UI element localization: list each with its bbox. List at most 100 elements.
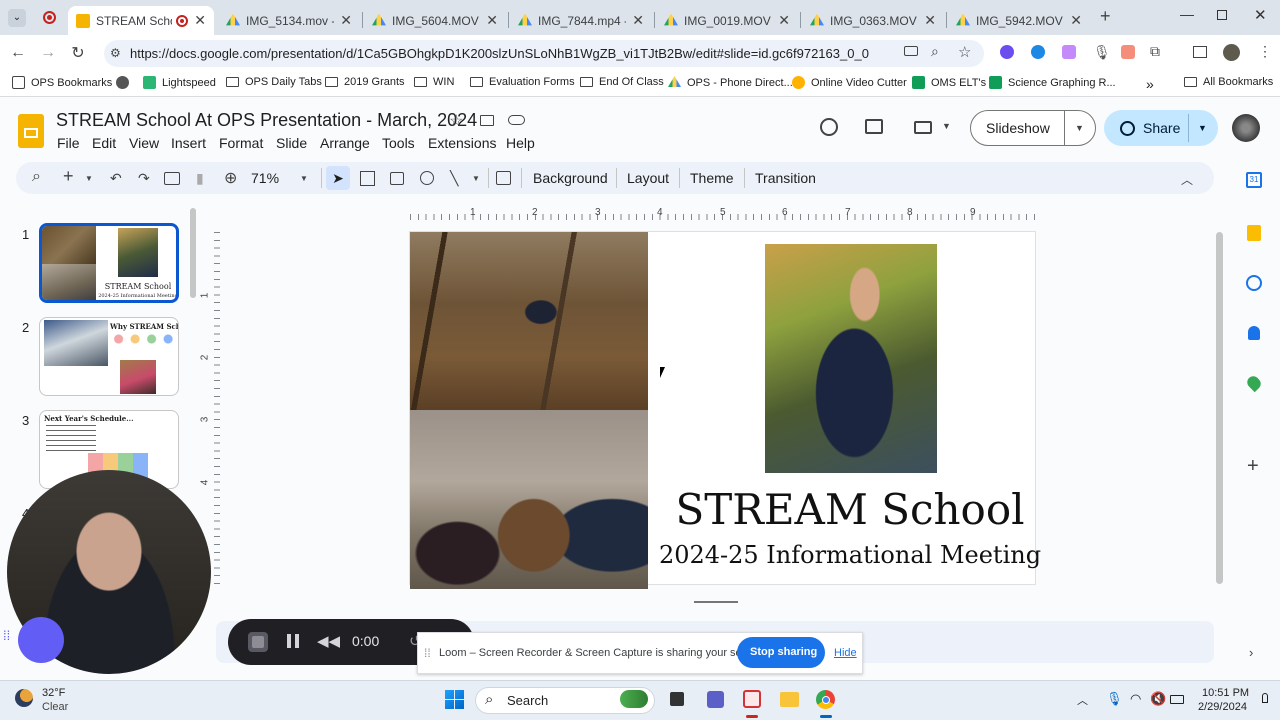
search-menus-icon[interactable]: ⌕ xyxy=(32,168,41,186)
forest-photo[interactable] xyxy=(410,232,648,410)
share-label[interactable]: Share xyxy=(1143,120,1180,136)
share-dropdown-icon[interactable]: ▼ xyxy=(1198,123,1207,133)
notification-icon[interactable] xyxy=(1262,693,1268,703)
file-explorer-icon[interactable] xyxy=(780,692,799,707)
weather-temp[interactable]: 32°F xyxy=(42,687,65,699)
bookmark-globe[interactable] xyxy=(116,76,135,89)
comments-icon[interactable] xyxy=(865,119,883,134)
zoom-icon[interactable]: ⊕ xyxy=(224,168,237,188)
close-window-button[interactable]: ✕ xyxy=(1254,6,1267,24)
fishing-photo[interactable] xyxy=(765,244,937,473)
hide-link[interactable]: Hide xyxy=(834,647,857,659)
extension-icon[interactable] xyxy=(1000,45,1014,59)
tab-search-button[interactable]: ⌄ xyxy=(8,9,26,27)
theme-button[interactable]: Theme xyxy=(690,170,734,186)
menu-slide[interactable]: Slide xyxy=(276,135,307,151)
slide-title[interactable]: STREAM School xyxy=(650,485,1050,534)
tab-img5942[interactable]: IMG_5942.MOV - Go ✕ xyxy=(948,6,1090,35)
tab-img7844[interactable]: IMG_7844.mp4 - Go ✕ xyxy=(510,6,652,35)
tray-overflow-icon[interactable]: ︿ xyxy=(1077,692,1088,708)
line-icon[interactable]: ╲ xyxy=(450,170,458,187)
bookmark-phone-directory[interactable]: OPS - Phone Direct... xyxy=(668,76,793,89)
pause-icon[interactable] xyxy=(287,634,299,648)
calendar-icon[interactable]: 31 xyxy=(1246,172,1262,188)
bookmark-win[interactable]: WIN xyxy=(414,76,454,88)
menu-insert[interactable]: Insert xyxy=(171,135,206,151)
menu-help[interactable]: Help xyxy=(506,135,535,151)
transition-button[interactable]: Transition xyxy=(755,170,816,186)
bookmark-science-graphing[interactable]: Science Graphing R... xyxy=(989,76,1116,89)
url-text[interactable]: https://docs.google.com/presentation/d/1… xyxy=(130,46,869,61)
clock-time[interactable]: 10:51 PM xyxy=(1202,687,1249,699)
bookmark-ops-daily-tabs[interactable]: OPS Daily Tabs xyxy=(226,76,322,88)
menu-file[interactable]: File xyxy=(57,135,80,151)
slideshow-dropdown-icon[interactable]: ▼ xyxy=(1075,123,1084,133)
move-folder-icon[interactable] xyxy=(480,115,494,126)
weather-condition[interactable]: Clear xyxy=(42,701,68,713)
comment-add-icon[interactable] xyxy=(496,171,511,185)
redo-icon[interactable]: ↷ xyxy=(138,170,150,187)
extension-icon[interactable] xyxy=(1062,45,1076,59)
forward-button[interactable]: → xyxy=(36,41,60,65)
bookmark-online-video-cutter[interactable]: Online Video Cutter xyxy=(792,76,907,89)
zoom-dropdown-icon[interactable]: ▼ xyxy=(300,174,308,183)
restore-button[interactable] xyxy=(1217,10,1227,20)
clock-date[interactable]: 2/29/2024 xyxy=(1198,701,1247,713)
stop-sharing-label[interactable]: Stop sharing xyxy=(750,646,817,658)
weather-icon[interactable] xyxy=(15,689,33,707)
print-icon[interactable] xyxy=(164,172,180,185)
taskbar-search-label[interactable]: Search xyxy=(507,693,548,708)
collapse-toolbar-icon[interactable]: ︿ xyxy=(1181,171,1193,188)
new-slide-dropdown-icon[interactable]: ▼ xyxy=(85,174,93,183)
profile-avatar[interactable] xyxy=(1223,44,1240,61)
bookmark-lightspeed[interactable]: Lightspeed xyxy=(143,76,216,89)
get-addons-icon[interactable]: + xyxy=(1247,455,1259,478)
menu-format[interactable]: Format xyxy=(219,135,263,151)
star-icon[interactable]: ☆ xyxy=(449,111,463,131)
tasks-icon[interactable] xyxy=(1246,275,1262,291)
speaker-muted-icon[interactable]: 🔇 xyxy=(1150,691,1166,707)
layout-button[interactable]: Layout xyxy=(627,170,669,186)
image-icon[interactable] xyxy=(390,172,404,185)
menu-arrange[interactable]: Arrange xyxy=(320,135,370,151)
document-title[interactable]: STREAM School At OPS Presentation - Marc… xyxy=(56,110,477,131)
close-icon[interactable]: ✕ xyxy=(486,12,498,29)
extension-icon[interactable] xyxy=(1031,45,1045,59)
panel-collapse-icon[interactable]: › xyxy=(1249,645,1253,660)
slides-logo-icon[interactable] xyxy=(18,114,44,148)
paint-format-icon[interactable]: ▮ xyxy=(196,170,204,187)
menu-edit[interactable]: Edit xyxy=(92,135,116,151)
keep-icon[interactable] xyxy=(1247,225,1261,241)
filmstrip-scrollbar[interactable] xyxy=(190,208,196,298)
slide-thumbnail-1[interactable]: STREAM School 2024-25 Informational Meet… xyxy=(39,223,179,303)
slide-thumbnail-2[interactable]: Why STREAM School? xyxy=(39,317,179,396)
select-tool-icon[interactable]: ➤ xyxy=(326,166,350,190)
wifi-icon[interactable]: ◠ xyxy=(1130,691,1141,707)
meet-icon[interactable] xyxy=(914,121,932,134)
close-icon[interactable]: ✕ xyxy=(924,12,936,29)
snipping-tool-icon[interactable] xyxy=(743,690,761,708)
bookmark-star-icon[interactable]: ☆ xyxy=(958,43,971,61)
frame-icon[interactable] xyxy=(360,171,375,186)
all-bookmarks[interactable]: All Bookmarks xyxy=(1184,76,1273,88)
slideshow-label[interactable]: Slideshow xyxy=(986,120,1050,136)
microphone-icon[interactable]: 🎙 xyxy=(1093,44,1111,61)
extensions-puzzle-icon[interactable]: ⧉ xyxy=(1150,43,1160,60)
tab-img0019[interactable]: IMG_0019.MOV - Go ✕ xyxy=(656,6,798,35)
canvas-scrollbar[interactable] xyxy=(1216,232,1223,584)
meet-dropdown-icon[interactable]: ▼ xyxy=(942,121,951,131)
close-icon[interactable]: ✕ xyxy=(632,12,644,29)
reload-button[interactable]: ↻ xyxy=(66,41,90,65)
line-dropdown-icon[interactable]: ▼ xyxy=(472,174,480,183)
extension-icon[interactable] xyxy=(1121,45,1135,59)
background-button[interactable]: Background xyxy=(533,170,608,186)
account-avatar[interactable] xyxy=(1232,114,1260,142)
tab-img5604[interactable]: IMG_5604.MOV - Go ✕ xyxy=(364,6,506,35)
close-icon[interactable]: ✕ xyxy=(340,12,352,29)
teams-icon[interactable] xyxy=(707,691,724,708)
browser-menu-icon[interactable]: ⋮ xyxy=(1258,43,1272,60)
new-slide-icon[interactable]: + xyxy=(63,166,74,187)
loom-logo-icon[interactable] xyxy=(18,617,64,663)
close-icon[interactable]: ✕ xyxy=(778,12,790,29)
bookmark-2019-grants[interactable]: 2019 Grants xyxy=(325,76,405,88)
